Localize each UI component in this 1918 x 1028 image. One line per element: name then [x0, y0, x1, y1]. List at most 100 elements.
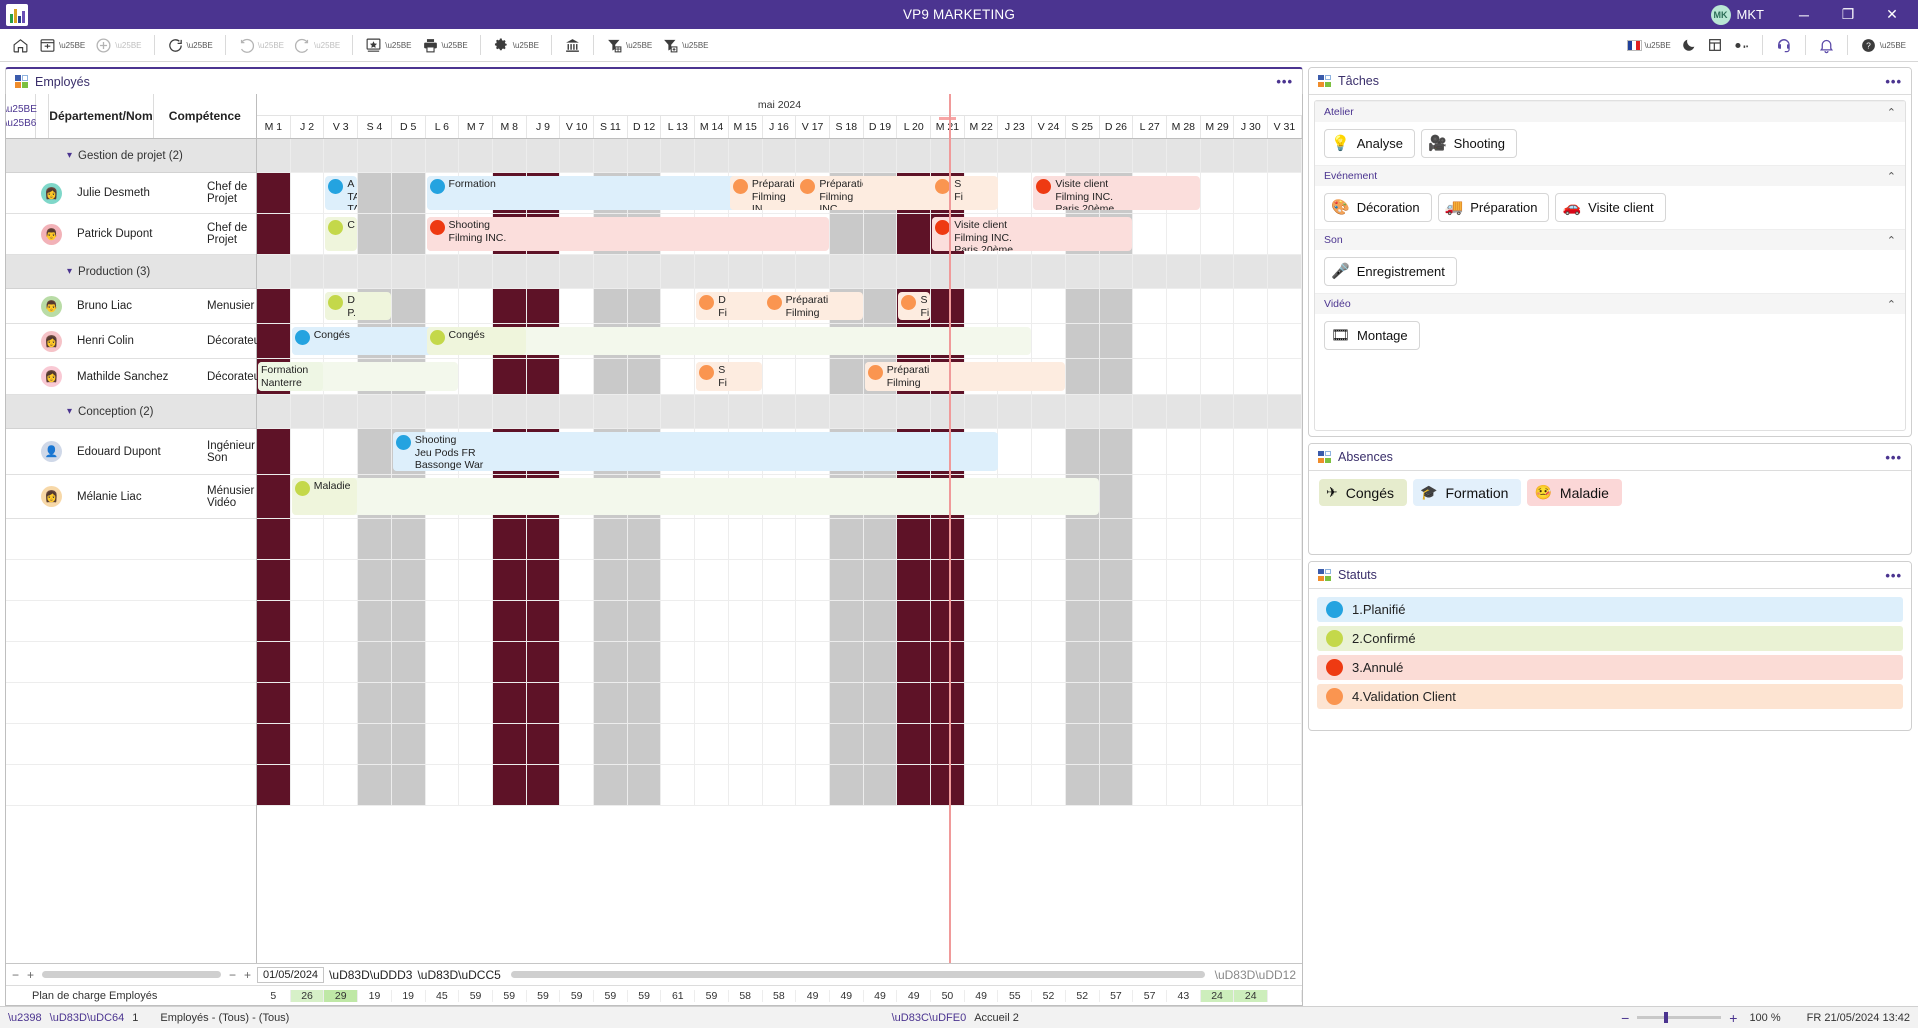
timeline-cell[interactable] [1032, 289, 1066, 324]
timeline-cell[interactable] [661, 765, 696, 806]
timeline-cell[interactable] [1133, 642, 1167, 683]
timeline-cell[interactable] [796, 139, 830, 173]
task-chip[interactable]: 💡 Analyse [1324, 129, 1415, 158]
timeline-cell[interactable] [257, 642, 291, 683]
column-header-name[interactable]: Département/Nom [49, 94, 154, 138]
timeline-cell[interactable] [290, 765, 325, 806]
timeline-row[interactable] [257, 642, 1302, 683]
timeline-cell[interactable] [594, 683, 628, 724]
home-view-icon[interactable]: \uD83C\uDFE0 [892, 1012, 967, 1024]
zoom-slider[interactable] [1637, 1012, 1722, 1023]
timeline-cell[interactable] [728, 139, 763, 173]
empty-row[interactable] [6, 683, 256, 724]
timeline-group-row[interactable] [257, 139, 1302, 173]
empty-row[interactable] [6, 642, 256, 683]
timeline-cell[interactable] [964, 560, 999, 601]
timeline-cell[interactable] [1099, 324, 1134, 359]
timeline-cell[interactable] [627, 724, 662, 765]
timeline-cell[interactable] [1133, 214, 1167, 255]
close-button[interactable]: ✕ [1870, 0, 1914, 29]
timeline-cell[interactable] [1032, 255, 1066, 289]
timeline-cell[interactable] [459, 765, 493, 806]
timeline-cell[interactable] [425, 289, 460, 324]
timeline-cell[interactable] [492, 560, 527, 601]
timeline-cell[interactable] [425, 601, 460, 642]
timeline-cell[interactable] [1166, 359, 1201, 395]
timeline-cell[interactable] [728, 395, 763, 429]
timeline-cell[interactable] [998, 724, 1033, 765]
timeline-cell[interactable] [257, 324, 291, 359]
timeline-cell[interactable] [695, 519, 729, 560]
redo-icon[interactable]: \u25BE [290, 32, 344, 58]
timeline-cell[interactable] [695, 139, 729, 173]
task-chip[interactable]: 🎤 Enregistrement [1324, 257, 1457, 286]
timeline-cell[interactable] [492, 289, 527, 324]
timeline-cell[interactable] [661, 519, 696, 560]
timeline-cell[interactable] [1234, 255, 1269, 289]
timeline-cell[interactable] [661, 683, 696, 724]
day-header-cell[interactable]: M 8 [493, 116, 527, 138]
timeline-cell[interactable] [964, 601, 999, 642]
timeline-cell[interactable] [425, 642, 460, 683]
timeline-cell[interactable] [661, 642, 696, 683]
timeline-cell[interactable] [560, 642, 595, 683]
timeline-cell[interactable] [661, 395, 696, 429]
timeline-cell[interactable] [863, 724, 898, 765]
timeline-cell[interactable] [762, 395, 797, 429]
day-header-cell[interactable]: L 6 [426, 116, 460, 138]
empty-row[interactable] [6, 724, 256, 765]
timeline-cell[interactable] [661, 289, 696, 324]
timeline-cell[interactable] [762, 560, 797, 601]
gantt-chart[interactable]: \u25BE \u25B6 Département/Nom Compétence… [5, 94, 1303, 1006]
timeline-cell[interactable] [1200, 173, 1235, 214]
timeline-cell[interactable] [257, 724, 291, 765]
column-header-skill[interactable]: Compétence [154, 94, 256, 138]
task-chip[interactable]: 🎥 Shooting [1420, 129, 1517, 158]
timeline-cell[interactable] [1268, 601, 1302, 642]
timeline-cell[interactable] [964, 642, 999, 683]
timeline-cell[interactable] [998, 255, 1033, 289]
task-chip[interactable]: 🎨 Décoration [1324, 193, 1432, 222]
horizontal-scrollbar-timeline[interactable] [510, 971, 1205, 978]
timeline-cell[interactable] [391, 289, 426, 324]
timeline-cell[interactable] [324, 395, 359, 429]
timeline-cell[interactable] [829, 139, 864, 173]
day-header-cell[interactable]: D 26 [1100, 116, 1134, 138]
timeline-cell[interactable] [627, 683, 662, 724]
timeline-cell[interactable] [290, 395, 325, 429]
timeline-cell[interactable] [998, 560, 1033, 601]
timeline-cell[interactable] [425, 139, 460, 173]
timeline-cell[interactable] [829, 395, 864, 429]
timeline-cell[interactable] [863, 560, 898, 601]
timeline-cell[interactable] [1234, 642, 1269, 683]
task-bar[interactable]: S Fi [696, 362, 728, 391]
day-header-cell[interactable]: M 28 [1167, 116, 1201, 138]
timeline-cell[interactable] [492, 601, 527, 642]
timeline-cell[interactable] [425, 683, 460, 724]
timeline-cell[interactable] [728, 642, 763, 683]
timeline-cell[interactable] [1099, 289, 1134, 324]
timeline-cell[interactable] [829, 519, 864, 560]
chevron-up-icon[interactable]: ⌃ [1887, 106, 1896, 119]
task-chip[interactable]: 🚗 Visite client [1555, 193, 1666, 222]
zoom-out-button[interactable]: − [1621, 1010, 1629, 1026]
timeline-cell[interactable] [391, 139, 426, 173]
timeline-cell[interactable] [1099, 560, 1134, 601]
timeline-cell[interactable] [829, 724, 864, 765]
timeline-cell[interactable] [290, 519, 325, 560]
timeline-cell[interactable] [526, 724, 561, 765]
timeline-cell[interactable] [560, 560, 595, 601]
timeline-cell[interactable] [897, 724, 932, 765]
timeline-cell[interactable] [1268, 214, 1302, 255]
timeline-cell[interactable] [1268, 359, 1302, 395]
timeline-cell[interactable] [560, 519, 595, 560]
timeline-cell[interactable] [560, 395, 595, 429]
timeline-cell[interactable] [1065, 519, 1100, 560]
timeline-cell[interactable] [594, 255, 628, 289]
timeline-cell[interactable] [964, 395, 999, 429]
timeline-cell[interactable] [1234, 289, 1269, 324]
task-bar[interactable]: Visite client Filming INC. Paris 20ème [1033, 176, 1167, 210]
bank-icon[interactable] [560, 32, 585, 58]
timeline-cell[interactable] [695, 255, 729, 289]
timeline-cell[interactable] [661, 139, 696, 173]
